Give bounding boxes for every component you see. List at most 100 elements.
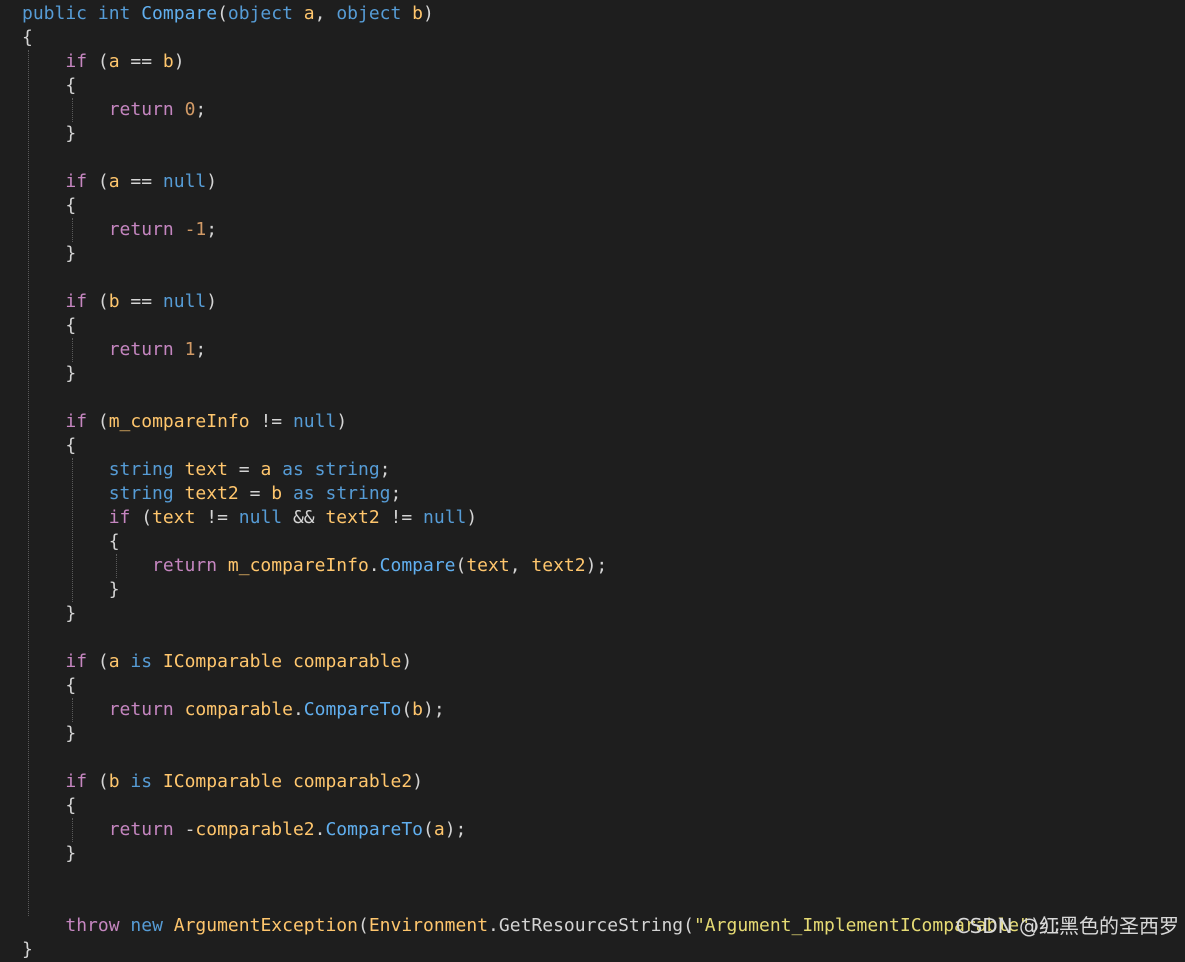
identifier-token: IComparable: [162, 771, 293, 792]
punctuation-token: [22, 483, 109, 504]
identifier-token: a: [433, 819, 445, 840]
keyword-token: is: [130, 651, 163, 672]
control-keyword-token: if: [65, 51, 98, 72]
indent-guide: [72, 338, 73, 362]
punctuation-token: [22, 819, 109, 840]
identifier-token: comparable: [292, 651, 402, 672]
punctuation-token: (: [97, 171, 109, 192]
punctuation-token: ): [206, 171, 218, 192]
method-token: Compare: [379, 555, 456, 576]
punctuation-token: {: [22, 435, 77, 456]
punctuation-token: (: [97, 651, 109, 672]
punctuation-token: ): [466, 507, 478, 528]
punctuation-token: }: [22, 243, 77, 264]
punctuation-token: ;: [206, 219, 218, 240]
identifier-token: text2: [531, 555, 586, 576]
keyword-token: object: [227, 3, 304, 24]
keyword-token: is: [130, 771, 163, 792]
code-line: if (text != null && text2 != null): [22, 506, 1062, 530]
code-line: {: [22, 674, 1062, 698]
code-line: string text2 = b as string;: [22, 482, 1062, 506]
identifier-token: b: [162, 51, 174, 72]
punctuation-token: [22, 699, 109, 720]
identifier-token: text: [466, 555, 510, 576]
number-token: -1: [184, 219, 207, 240]
punctuation-token: }: [22, 843, 77, 864]
code-line: }: [22, 938, 1062, 962]
punctuation-token: [22, 459, 109, 480]
punctuation-token: &&: [292, 507, 326, 528]
punctuation-token: ==: [130, 51, 163, 72]
keyword-token: null: [162, 171, 207, 192]
control-keyword-token: if: [65, 171, 98, 192]
punctuation-token: ): [336, 411, 348, 432]
indent-guide: [72, 218, 73, 242]
punctuation-token: {: [22, 75, 77, 96]
code-line: if (a == null): [22, 170, 1062, 194]
indent-guide: [28, 50, 29, 916]
code-line: {: [22, 530, 1062, 554]
punctuation-token: {: [22, 675, 77, 696]
keyword-token: as: [292, 483, 326, 504]
keyword-token: as: [282, 459, 315, 480]
watermark: CSDN @红黑色的圣西罗: [955, 914, 1179, 938]
code-editor-screenshot: { "colors": { "background": "#1e1e1e", "…: [0, 0, 1185, 960]
control-keyword-token: return: [108, 339, 185, 360]
control-keyword-token: return: [152, 555, 228, 576]
code-line: string text = a as string;: [22, 458, 1062, 482]
punctuation-token: =: [238, 459, 261, 480]
punctuation-token: !=: [260, 411, 293, 432]
punctuation-token: }: [22, 363, 77, 384]
identifier-token: m_compareInfo: [227, 555, 369, 576]
code-line: throw new ArgumentException(Environment.…: [22, 914, 1062, 938]
identifier-token: text2: [325, 507, 391, 528]
keyword-token: string: [314, 459, 380, 480]
punctuation-token: }: [22, 123, 77, 144]
punctuation-token: {: [22, 795, 77, 816]
code-block: public int Compare(object a, object b){ …: [22, 2, 1062, 962]
identifier-token: a: [108, 171, 131, 192]
punctuation-token: ==: [130, 291, 163, 312]
punctuation-token: ): [206, 291, 218, 312]
punctuation-token: ;: [379, 459, 391, 480]
punctuation-token: ): [423, 3, 434, 24]
punctuation-token: ,: [314, 3, 337, 24]
punctuation-token: =: [249, 483, 272, 504]
punctuation-token: }: [22, 939, 33, 960]
punctuation-token: !=: [390, 507, 424, 528]
punctuation-token: ;: [390, 483, 402, 504]
identifier-token: b: [271, 483, 293, 504]
keyword-token: public: [22, 3, 98, 24]
identifier-token: comparable2: [292, 771, 413, 792]
punctuation-token: [22, 339, 109, 360]
keyword-token: int: [97, 3, 142, 24]
control-keyword-token: return: [108, 219, 185, 240]
punctuation-token: ): [401, 651, 413, 672]
identifier-token: b: [108, 771, 131, 792]
punctuation-token: (: [97, 291, 109, 312]
identifier-token: b: [412, 699, 424, 720]
control-keyword-token: throw: [65, 915, 131, 936]
punctuation-token: (: [217, 3, 228, 24]
code-line: return 0;: [22, 98, 1062, 122]
indent-guide: [72, 698, 73, 722]
punctuation-token: (: [97, 411, 109, 432]
punctuation-token: );: [444, 819, 467, 840]
code-line: public int Compare(object a, object b): [22, 2, 1062, 26]
identifier-token: a: [260, 459, 283, 480]
keyword-token: null: [423, 507, 467, 528]
code-line: {: [22, 26, 1062, 50]
identifier-token: text2: [184, 483, 250, 504]
keyword-token: string: [108, 483, 185, 504]
keyword-token: null: [292, 411, 337, 432]
code-line: {: [22, 74, 1062, 98]
code-line: if (b == null): [22, 290, 1062, 314]
punctuation-token: -: [184, 819, 196, 840]
code-line: }: [22, 362, 1062, 386]
punctuation-token: (: [683, 915, 694, 936]
